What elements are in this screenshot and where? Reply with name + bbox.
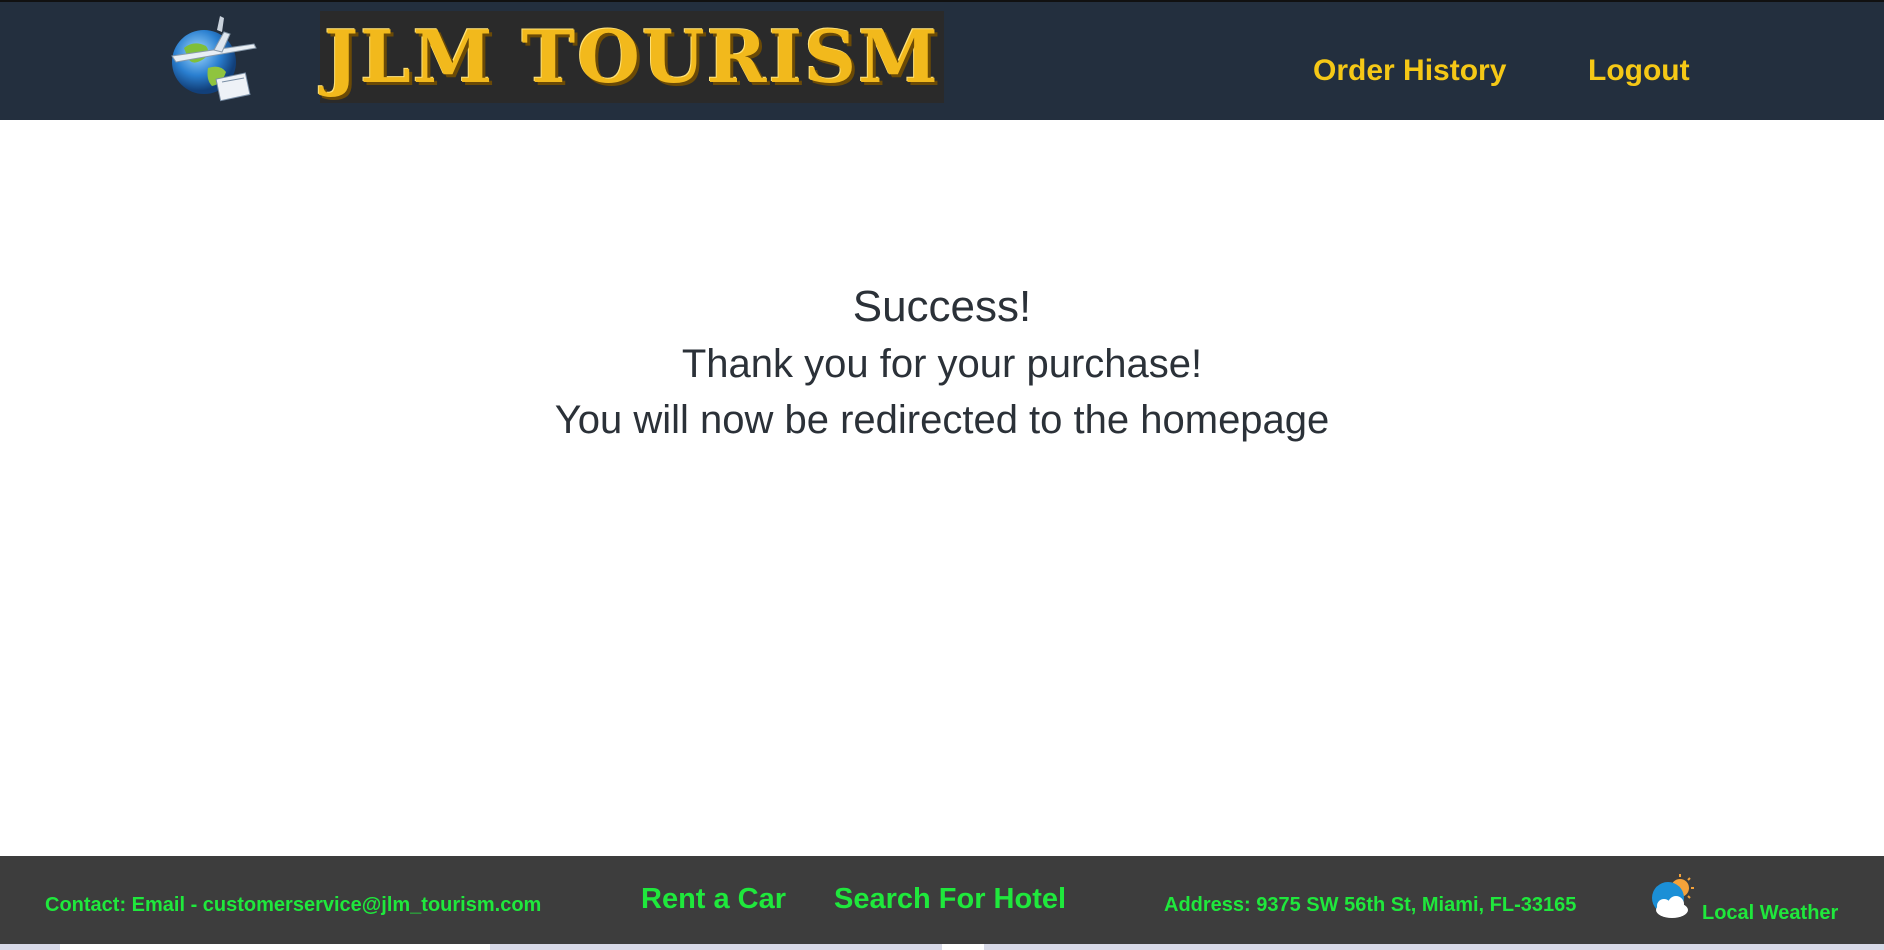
footer-contact-email: Contact: Email - customerservice@jlm_tou… bbox=[45, 894, 542, 916]
sun-cloud-weather-icon[interactable] bbox=[1650, 872, 1702, 920]
search-hotel-link[interactable]: Search For Hotel bbox=[834, 883, 1066, 916]
success-title: Success! bbox=[852, 282, 1032, 331]
main-content: Success! Thank you for your purchase! Yo… bbox=[0, 120, 1884, 856]
globe-airplane-icon bbox=[171, 16, 257, 102]
thank-you-message: Thank you for your purchase! bbox=[681, 342, 1203, 386]
bottom-strip-segment bbox=[942, 944, 984, 950]
footer: Contact: Email - customerservice@jlm_tou… bbox=[0, 856, 1884, 944]
footer-address: Address: 9375 SW 56th St, Miami, FL-3316… bbox=[1164, 894, 1577, 916]
top-navbar: JLM TOURISM Order History Logout bbox=[0, 0, 1884, 120]
nav-logout-link[interactable]: Logout bbox=[1588, 54, 1690, 88]
brand-logo[interactable]: JLM TOURISM bbox=[320, 11, 944, 103]
brand-logo-text: JLM TOURISM bbox=[324, 14, 940, 99]
nav-order-history-link[interactable]: Order History bbox=[1313, 54, 1506, 88]
rent-a-car-link[interactable]: Rent a Car bbox=[641, 883, 786, 916]
bottom-strip-segment bbox=[60, 944, 490, 950]
redirect-message: You will now be redirected to the homepa… bbox=[554, 398, 1330, 442]
local-weather-link[interactable]: Local Weather bbox=[1702, 902, 1838, 925]
